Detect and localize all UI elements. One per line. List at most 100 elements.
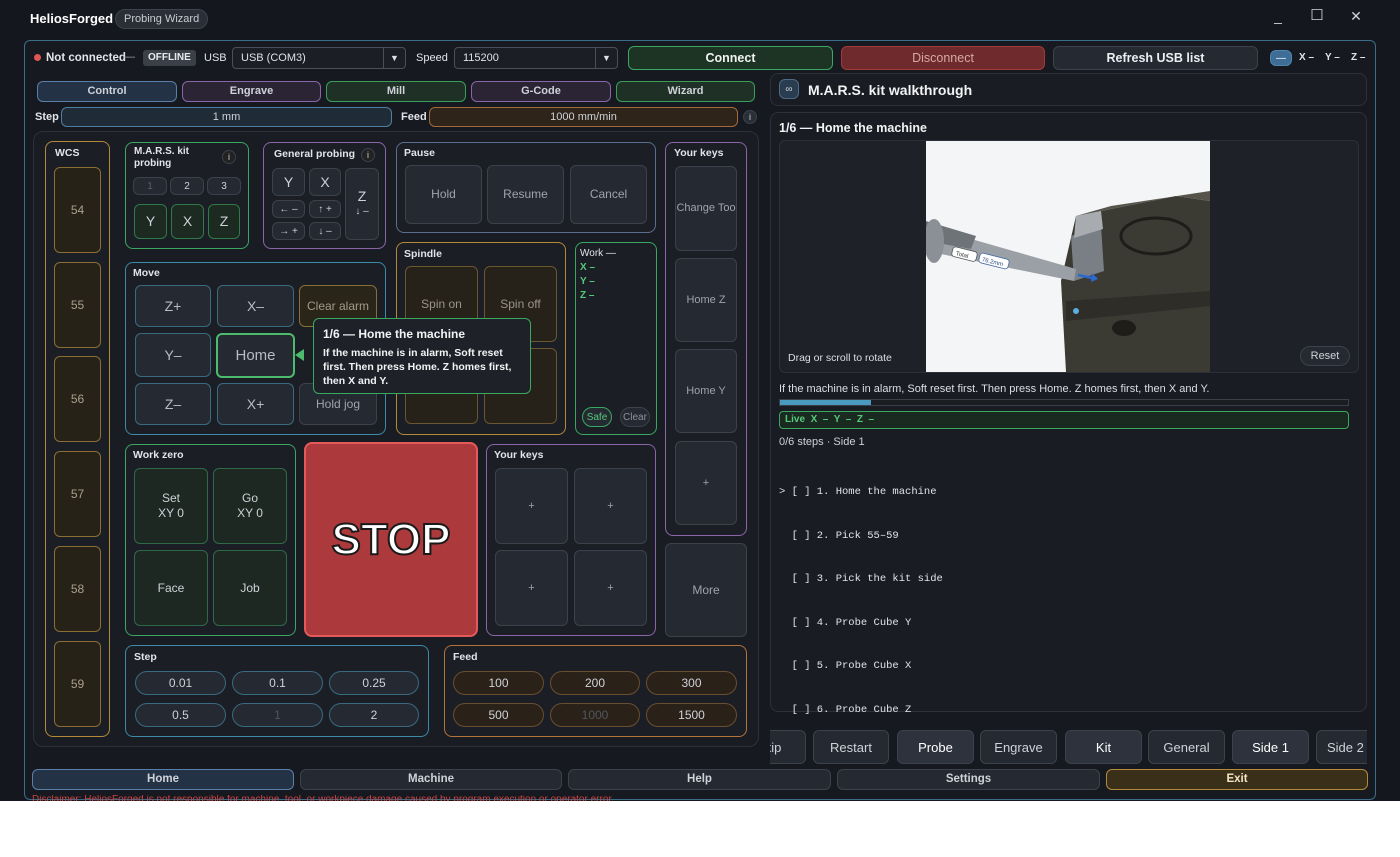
emergency-stop-button[interactable]: STOP [304,442,478,637]
restart-button[interactable]: Restart [813,730,889,764]
probe-dir-right-button[interactable]: → + [272,222,305,240]
mars-side-3-button[interactable]: 3 [207,177,241,195]
jog-y-minus-button[interactable]: Y– [135,333,211,377]
hold-button[interactable]: Hold [405,165,482,224]
axis-x-readout: X – [1299,52,1315,63]
nav-machine[interactable]: Machine [300,769,562,790]
feed-preset-500[interactable]: 500 [453,703,544,727]
nav-exit[interactable]: Exit [1106,769,1368,790]
probe-y-button[interactable]: Y [272,168,305,196]
checklist-item[interactable]: [ ] 6. Probe Cube Z [779,703,943,718]
resume-button[interactable]: Resume [487,165,564,224]
checklist-item[interactable]: > [ ] 1. Home the machine [779,485,943,500]
tab-mill[interactable]: Mill [326,81,466,102]
safe-button[interactable]: Safe [582,407,612,427]
usb-port-select[interactable]: USB (COM3) ▼ [232,47,406,69]
step-preset-2[interactable]: 2 [329,703,419,727]
nav-help[interactable]: Help [568,769,831,790]
probe-dir-down-button[interactable]: ↓ – [309,222,341,240]
mars-probe-x-button[interactable]: X [171,204,204,239]
home-button[interactable]: Home [216,333,295,378]
checklist-item[interactable]: [ ] 5. Probe Cube X [779,659,943,674]
cancel-button[interactable]: Cancel [570,165,647,224]
nav-settings[interactable]: Settings [837,769,1100,790]
info-icon[interactable]: i [361,148,375,162]
more-button[interactable]: More [665,543,747,637]
probe-z-button[interactable]: Z ↓ – [345,168,379,240]
checklist-item[interactable]: [ ] 4. Probe Cube Y [779,616,943,631]
info-icon[interactable]: i [222,150,236,164]
wcs-59-button[interactable]: 59 [54,641,101,727]
maximize-button[interactable]: ☐ [1307,6,1327,24]
link-icon[interactable]: ∞ [779,79,799,99]
user-key-2-button[interactable]: + [574,468,647,544]
jog-z-minus-button[interactable]: Z– [135,383,211,425]
feed-preset-200[interactable]: 200 [550,671,640,695]
step-preset-0-1[interactable]: 0.1 [232,671,323,695]
mars-probe-y-button[interactable]: Y [134,204,167,239]
feed-preset-1000[interactable]: 1000 [550,703,640,727]
mars-side-1-button[interactable]: 1 [133,177,167,195]
connect-button[interactable]: Connect [628,46,833,70]
wcs-55-button[interactable]: 55 [54,262,101,348]
clear-work-button[interactable]: Clear [620,407,650,427]
jog-z-plus-button[interactable]: Z+ [135,285,211,327]
tab-wizard[interactable]: Wizard [616,81,755,102]
probe-z-label: Z [357,188,367,204]
feed-preset-300[interactable]: 300 [646,671,737,695]
step-preset-1[interactable]: 1 [232,703,323,727]
face-button[interactable]: Face [134,550,208,626]
user-key-3-button[interactable]: + [495,550,568,626]
skip-button[interactable]: kip [770,730,806,764]
key-home-y-button[interactable]: Home Y [675,349,737,433]
nav-home[interactable]: Home [32,769,294,790]
refresh-usb-button[interactable]: Refresh USB list [1053,46,1258,70]
side-1-button[interactable]: Side 1 [1232,730,1309,764]
wcs-54-button[interactable]: 54 [54,167,101,253]
collapse-button[interactable]: — [1270,50,1292,66]
step-preset-0-25[interactable]: 0.25 [329,671,419,695]
side-2-button[interactable]: Side 2 [1316,730,1367,764]
feed-preset-100[interactable]: 100 [453,671,544,695]
wcs-58-button[interactable]: 58 [54,546,101,632]
probe-x-button[interactable]: X [309,168,341,196]
wcs-57-button[interactable]: 57 [54,451,101,537]
job-button[interactable]: Job [213,550,287,626]
probe-dir-left-button[interactable]: ← – [272,200,305,218]
key-change-tool-button[interactable]: Change Too [675,166,737,251]
close-button[interactable]: ✕ [1346,8,1366,25]
tab-engrave[interactable]: Engrave [182,81,321,102]
tab-control[interactable]: Control [37,81,177,102]
go-xy-zero-button[interactable]: Go XY 0 [213,468,287,544]
reset-view-button[interactable]: Reset [1300,346,1350,366]
wcs-56-button[interactable]: 56 [54,356,101,442]
general-button[interactable]: General [1148,730,1225,764]
kit-button[interactable]: Kit [1065,730,1142,764]
mars-side-2-button[interactable]: 2 [170,177,204,195]
baud-rate-select[interactable]: 115200 ▼ [454,47,618,69]
user-key-4-button[interactable]: + [574,550,647,626]
step-preset-0-01[interactable]: 0.01 [135,671,226,695]
disconnect-button[interactable]: Disconnect [841,46,1045,70]
engrave-button[interactable]: Engrave [980,730,1057,764]
key-home-z-button[interactable]: Home Z [675,258,737,342]
mars-probe-z-button[interactable]: Z [208,204,240,239]
info-icon[interactable]: i [743,110,757,124]
user-key-1-button[interactable]: + [495,468,568,544]
progress-bar-fill [780,400,871,405]
step-preset-0-5[interactable]: 0.5 [135,703,226,727]
minimize-button[interactable]: _ [1268,8,1288,24]
checklist-item[interactable]: [ ] 2. Pick 55–59 [779,529,943,544]
jog-x-minus-button[interactable]: X– [217,285,294,327]
step-value-field[interactable]: 1 mm [61,107,392,127]
key-add-button[interactable]: + [675,441,737,525]
jog-x-plus-button[interactable]: X+ [217,383,294,425]
set-xy-zero-button[interactable]: Set XY 0 [134,468,208,544]
step-description: If the machine is in alarm, Soft reset f… [779,383,1210,395]
probe-button[interactable]: Probe [897,730,974,764]
feed-value-field[interactable]: 1000 mm/min [429,107,738,127]
probe-dir-up-button[interactable]: ↑ + [309,200,341,218]
tab-gcode[interactable]: G-Code [471,81,611,102]
feed-preset-1500[interactable]: 1500 [646,703,737,727]
checklist-item[interactable]: [ ] 3. Pick the kit side [779,572,943,587]
